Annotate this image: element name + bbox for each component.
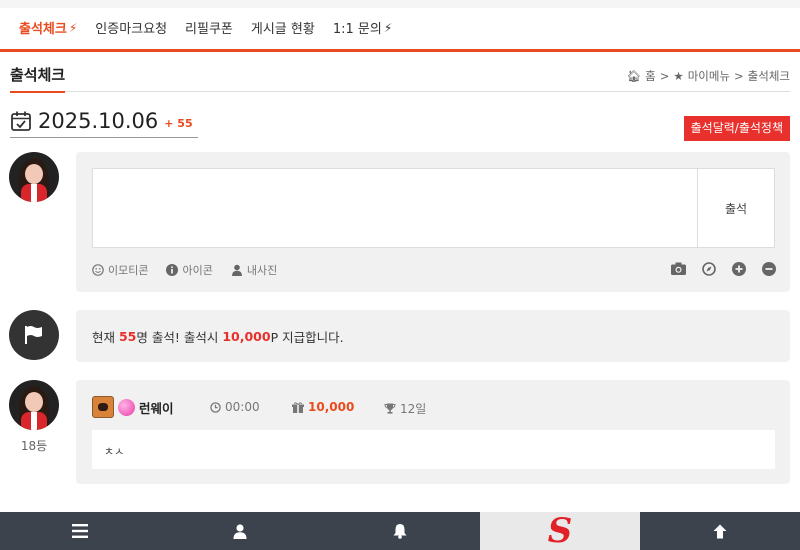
- menu-button[interactable]: [0, 512, 160, 550]
- entry-time: 00:00: [210, 400, 260, 414]
- time-value: 00:00: [225, 400, 260, 414]
- tab-attendance[interactable]: 출석체크 ⚡: [10, 18, 86, 38]
- tool-label: 내사진: [246, 264, 278, 277]
- breadcrumb: 🏠︎ 홈 > ★ 마이메뉴 > 출석체크: [627, 68, 790, 84]
- date-value: 2025.10.06: [38, 108, 159, 133]
- nickname[interactable]: 런웨이: [139, 398, 174, 417]
- breadcrumb-separator: >: [734, 69, 744, 83]
- minus-circle-icon[interactable]: [761, 261, 776, 276]
- user-icon: [231, 264, 242, 276]
- tab-refill-coupon[interactable]: 리필쿠폰: [176, 18, 242, 37]
- breadcrumb-separator: >: [659, 69, 670, 83]
- breadcrumb-home[interactable]: 홈: [645, 68, 656, 84]
- breadcrumb-mymenu[interactable]: 마이메뉴: [688, 68, 730, 84]
- home-icon: 🏠︎: [626, 69, 642, 83]
- avatar: [9, 380, 59, 430]
- notice-suffix: P 지급합니다.: [270, 329, 344, 345]
- profile-button[interactable]: [160, 512, 320, 550]
- clock-icon: [210, 401, 221, 413]
- site-logo: S: [547, 511, 573, 550]
- gift-icon: [292, 401, 304, 413]
- pink-ball-icon: [118, 398, 135, 416]
- attendance-policy-button[interactable]: 출석달력/출석정책: [683, 116, 790, 141]
- level-badge-icon: [92, 396, 114, 418]
- star-icon: ★: [673, 69, 684, 83]
- user-icon: [233, 523, 247, 539]
- page-title: 출석체크: [10, 64, 66, 93]
- attendance-entry: 런웨이 00:00 10,000 12일 ㅊㅅ: [76, 380, 790, 484]
- breadcrumb-current: 출석체크: [747, 69, 790, 83]
- attendance-count: + 55: [164, 117, 193, 130]
- points-value: 10,000: [308, 400, 355, 414]
- avatar: [9, 152, 59, 202]
- arrow-up-icon: [713, 524, 727, 538]
- camera-icon[interactable]: [671, 261, 686, 276]
- scroll-top-button[interactable]: [640, 512, 800, 550]
- notice-count: 55: [118, 328, 137, 344]
- bell-icon: [393, 524, 407, 539]
- bolt-icon: ⚡: [383, 20, 393, 35]
- trophy-icon: [384, 403, 396, 414]
- tab-label: 인증마크요청: [95, 22, 168, 37]
- calendar-check-icon: [11, 111, 31, 131]
- entry-points: 10,000: [292, 400, 354, 414]
- info-icon: [166, 264, 179, 276]
- tab-label: 1:1 문의: [332, 22, 382, 37]
- tool-label: 아이콘: [182, 264, 213, 277]
- my-photo-button[interactable]: 내사진: [231, 262, 277, 278]
- notice-points: 10,000: [222, 328, 271, 344]
- icon-button[interactable]: 아이콘: [166, 262, 213, 278]
- flag-icon: [9, 310, 59, 360]
- attendance-write-panel: 출석 이모티콘 아이콘 내사진: [76, 152, 790, 292]
- days-value: 12일: [400, 402, 427, 416]
- tab-inquiry[interactable]: 1:1 문의 ⚡: [324, 18, 401, 38]
- write-tools: 이모티콘 아이콘 내사진: [92, 262, 277, 278]
- comment-textarea[interactable]: [92, 168, 698, 248]
- notice-mid: 명 출석! 출석시: [136, 329, 223, 345]
- menu-icon: [72, 524, 88, 538]
- attendance-rank: 18등: [20, 439, 48, 453]
- logo-button[interactable]: S: [480, 512, 640, 550]
- attendance-notice: 현재 55 명 출석! 출석시 10,000 P 지급합니다.: [76, 310, 790, 362]
- tool-label: 이모티콘: [108, 264, 149, 277]
- tab-label: 리필쿠폰: [185, 22, 233, 37]
- smile-icon: [92, 264, 104, 276]
- tab-label: 출석체크: [19, 22, 67, 37]
- bolt-icon: ⚡: [68, 20, 78, 35]
- notification-button[interactable]: [320, 512, 480, 550]
- entry-header: 런웨이: [92, 396, 174, 418]
- notice-prefix: 현재: [92, 329, 119, 345]
- bottom-nav: S: [0, 512, 800, 550]
- entry-days: 12일: [384, 400, 426, 417]
- plus-circle-icon[interactable]: [731, 261, 746, 276]
- entry-message: ㅊㅅ: [92, 430, 775, 469]
- tab-post-status[interactable]: 게시글 현황: [242, 18, 324, 37]
- top-tab-bar: 출석체크 ⚡ 인증마크요청 리필쿠폰 게시글 현황 1:1 문의 ⚡: [0, 0, 800, 52]
- write-tools-right: [671, 261, 776, 276]
- tab-label: 게시글 현황: [250, 22, 315, 37]
- compass-icon[interactable]: [701, 261, 716, 276]
- attend-submit-button[interactable]: 출석: [698, 168, 775, 248]
- tab-list: 출석체크 ⚡ 인증마크요청 리필쿠폰 게시글 현황 1:1 문의 ⚡: [10, 18, 401, 38]
- tab-cert-mark-request[interactable]: 인증마크요청: [86, 18, 176, 37]
- emoticon-button[interactable]: 이모티콘: [92, 262, 148, 278]
- date-header: 2025.10.06 + 55: [10, 104, 198, 138]
- title-row: 출석체크 🏠︎ 홈 > ★ 마이메뉴 > 출석체크: [10, 60, 790, 93]
